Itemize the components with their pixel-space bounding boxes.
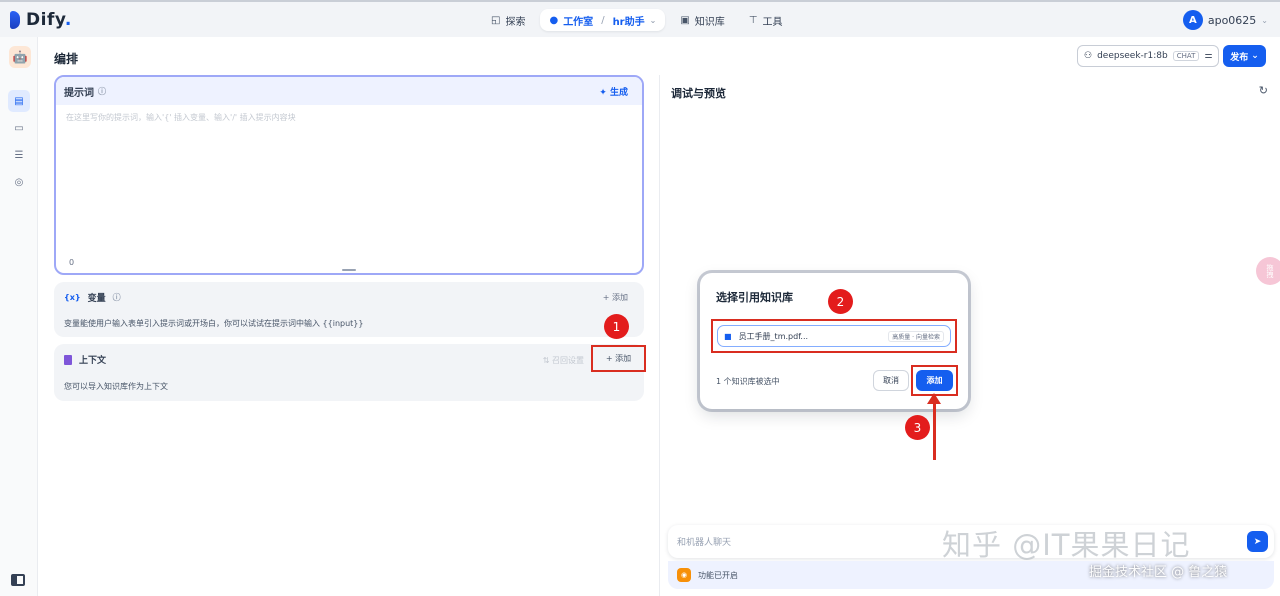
feature-icon: ◉ [677,568,691,582]
knowledge-base-tag: 高质量 · 向量检索 [888,330,944,342]
chevron-down-icon: ⌄ [1251,51,1259,61]
current-app-name[interactable]: hr助手 [613,13,645,28]
step-3-marker: 3 [905,415,930,440]
sidebar-collapse-icon[interactable] [11,574,25,586]
nav-studio[interactable]: ● 工作室 / hr助手 ⌄ [540,9,666,31]
sparkle-icon: ✦ [599,87,607,98]
modal-title: 选择引用知识库 [716,291,793,304]
chevron-down-icon: ⌄ [1261,15,1268,25]
context-title: 上下文 [79,356,107,366]
model-icon: ⚇ [1084,51,1093,61]
annotation-box-kb: ■ 员工手册_tm.pdf... 高质量 · 向量检索 [711,319,957,353]
main-workspace: 编排 ⚇ deepseek-r1:8b CHAT ⚌ 发布 ⌄ 提示词 ⓘ ✦ … [38,37,1280,596]
document-icon [64,354,72,365]
user-name: apo0625 [1207,13,1257,27]
main-nav: ◱ 探索 ● 工作室 / hr助手 ⌄ ▣ 知识库 ⊤ 工具 [482,9,792,31]
watermark-main: 知乎 @IT果果日记 [942,528,1191,562]
help-circle-icon[interactable]: ⓘ [98,86,106,97]
model-mode-badge: CHAT [1172,51,1200,61]
page-title: 编排 [54,52,79,66]
variables-title: 变量 [87,294,106,304]
book-icon: ▣ [680,14,690,26]
publish-button[interactable]: 发布 ⌄ [1223,45,1266,67]
nav-knowledge[interactable]: ▣ 知识库 [671,9,733,31]
sidebar-monitor-icon[interactable]: ◎ [8,171,30,193]
nav-tools[interactable]: ⊤ 工具 [740,9,792,31]
variables-card: {x} 变量 ⓘ + 添加 变量能使用户输入表单引入提示词或开场白，你可以试试在… [54,282,644,337]
context-card: 上下文 ⇅ 召回设置 + 添加 您可以导入知识库作为上下文 [54,344,646,401]
floating-side-tab-label: 拖拽 [1266,264,1274,278]
selected-count: 1 个知识库被选中 [716,377,780,386]
model-selector-button[interactable]: ⚇ deepseek-r1:8b CHAT ⚌ [1077,45,1220,67]
send-icon: ➤ [1253,536,1262,547]
dify-logo-mark [10,11,20,29]
step-2-marker: 2 [828,289,853,314]
recall-settings-button[interactable]: ⇅ 召回设置 [543,355,584,366]
prompt-input[interactable]: 在这里写你的提示词，输入'{' 插入变量、输入'/' 插入提示内容块 [56,105,642,130]
annotation-box-add: 添加 [911,365,958,396]
variables-description: 变量能使用户输入表单引入提示词或开场白，你可以试试在提示词中输入 {{input… [64,319,364,328]
model-name: deepseek-r1:8b [1097,51,1168,61]
brand-name: Dify [26,10,65,30]
knowledge-base-item[interactable]: ■ 员工手册_tm.pdf... 高质量 · 向量检索 [717,325,951,347]
sidebar-api-icon[interactable]: ▭ [8,117,30,139]
generate-prompt-button[interactable]: ✦ 生成 [599,85,628,98]
top-bar: Dify. ◱ 探索 ● 工作室 / hr助手 ⌄ ▣ 知识库 ⊤ 工具 A a… [0,0,1280,37]
add-variable-button[interactable]: + 添加 [603,292,628,303]
hammer-icon: ⊤ [748,14,758,26]
compass-icon: ◱ [491,14,501,26]
refresh-icon[interactable]: ↻ [1259,84,1268,97]
watermark-sub: 掘金技术社区 @ 鲁之猿 [1089,565,1228,580]
dify-logo[interactable]: Dify. [10,10,72,30]
app-sidebar: 🤖 ▤ ▭ ☰ ◎ [0,37,38,596]
robot-icon: ● [549,14,559,26]
variable-braces-icon: {x} [64,293,81,302]
step-1-marker: 1 [604,314,629,339]
prompt-editor-card: 提示词 ⓘ ✦ 生成 在这里写你的提示词，输入'{' 插入变量、输入'/' 插入… [54,75,644,275]
help-circle-icon[interactable]: ⓘ [113,292,121,303]
annotation-arrow [933,400,936,460]
add-knowledge-button[interactable]: 添加 [916,370,953,391]
avatar: A [1182,10,1203,30]
settings-sliders-icon: ⚌ [1204,51,1213,61]
debug-title: 调试与预览 [671,87,726,100]
add-context-button[interactable]: + 添加 [591,345,646,372]
context-description: 您可以导入知识库作为上下文 [64,382,168,391]
sidebar-logs-icon[interactable]: ☰ [8,144,30,166]
prompt-char-count: 0 [69,258,75,267]
prompt-title: 提示词 [64,87,94,99]
user-menu[interactable]: A apo0625 ⌄ [1182,10,1268,30]
chevron-down-icon[interactable]: ⌄ [650,16,657,25]
knowledge-base-name: 员工手册_tm.pdf... [738,331,809,341]
send-button[interactable]: ➤ [1247,531,1268,552]
app-robot-icon[interactable]: 🤖 [9,46,31,68]
sidebar-orchestrate-icon[interactable]: ▤ [8,90,30,112]
folder-icon: ■ [724,331,732,341]
cancel-button[interactable]: 取消 [873,370,909,391]
nav-explore[interactable]: ◱ 探索 [482,9,534,31]
resize-handle[interactable] [342,269,356,271]
prompt-header: 提示词 ⓘ ✦ 生成 [56,77,642,105]
